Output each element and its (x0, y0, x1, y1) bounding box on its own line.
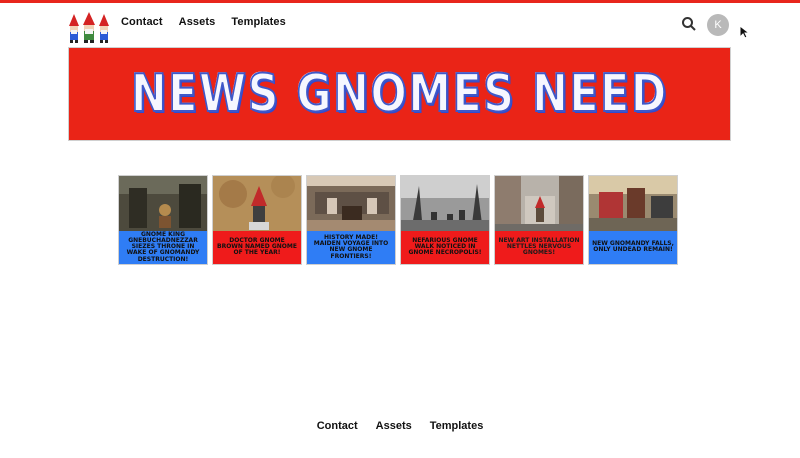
news-card[interactable]: New Gnomandy Falls, Only Undead Remain! (588, 175, 678, 265)
news-card[interactable]: Gnome King Gnebuchadnezzar Siezes Throne… (118, 175, 208, 265)
hero-banner: News Gnomes Need (68, 47, 731, 141)
news-card-caption: History Made! Maiden Voyage into New Gno… (307, 230, 395, 264)
banner-title: News Gnomes Need (130, 63, 669, 125)
news-card-image (213, 176, 301, 232)
news-card[interactable]: Doctor Gnome Brown Named Gnome of the Ye… (212, 175, 302, 265)
user-avatar[interactable]: K (707, 14, 729, 36)
news-card-image (307, 176, 395, 232)
top-nav: Contact Assets Templates (121, 16, 286, 28)
news-card-caption: New Gnomandy Falls, Only Undead Remain! (589, 230, 677, 264)
footer-assets-link[interactable]: Assets (376, 420, 412, 432)
news-card-image (401, 176, 489, 232)
news-card-caption: New Art Installation Nettles Nervous Gno… (495, 230, 583, 264)
news-card-image (495, 176, 583, 232)
footer-templates-link[interactable]: Templates (430, 420, 484, 432)
gnomes-logo[interactable] (68, 12, 110, 44)
news-card[interactable]: New Art Installation Nettles Nervous Gno… (494, 175, 584, 265)
nav-assets-link[interactable]: Assets (179, 16, 216, 28)
news-card-caption: Nefarious Gnome Walk Noticed in Gnome Ne… (401, 230, 489, 264)
news-card-caption: Doctor Gnome Brown Named Gnome of the Ye… (213, 230, 301, 264)
news-card-image (589, 176, 677, 232)
avatar-initial: K (714, 19, 722, 31)
news-card-caption: Gnome King Gnebuchadnezzar Siezes Throne… (119, 230, 207, 264)
news-card[interactable]: Nefarious Gnome Walk Noticed in Gnome Ne… (400, 175, 490, 265)
nav-templates-link[interactable]: Templates (231, 16, 286, 28)
footer-contact-link[interactable]: Contact (317, 420, 358, 432)
news-card-strip: Gnome King Gnebuchadnezzar Siezes Throne… (118, 175, 678, 265)
cursor-icon (739, 24, 751, 39)
site-header: Contact Assets Templates K (0, 3, 800, 45)
news-card-image (119, 176, 207, 232)
search-icon[interactable] (681, 16, 697, 32)
news-card[interactable]: History Made! Maiden Voyage into New Gno… (306, 175, 396, 265)
nav-contact-link[interactable]: Contact (121, 16, 163, 28)
site-footer: Contact Assets Templates (0, 420, 800, 432)
